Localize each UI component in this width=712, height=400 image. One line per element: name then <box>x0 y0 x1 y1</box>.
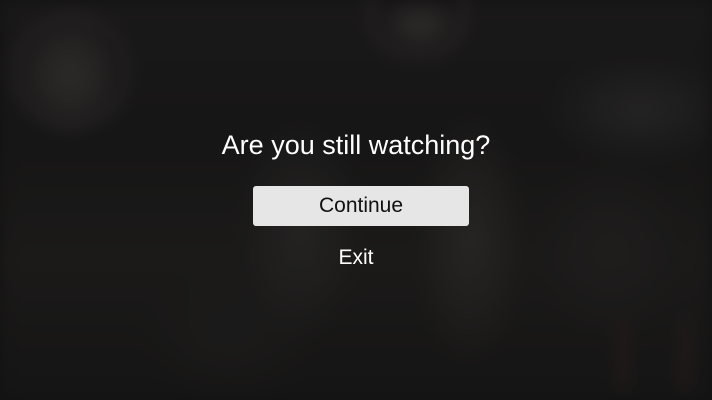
exit-button[interactable]: Exit <box>306 243 406 273</box>
continue-button[interactable]: Continue <box>253 186 469 226</box>
still-watching-prompt: Are you still watching? <box>221 130 491 160</box>
still-watching-dialog: Are you still watching? Continue Exit <box>0 0 712 400</box>
player-screen: Are you still watching? Continue Exit <box>0 0 712 400</box>
